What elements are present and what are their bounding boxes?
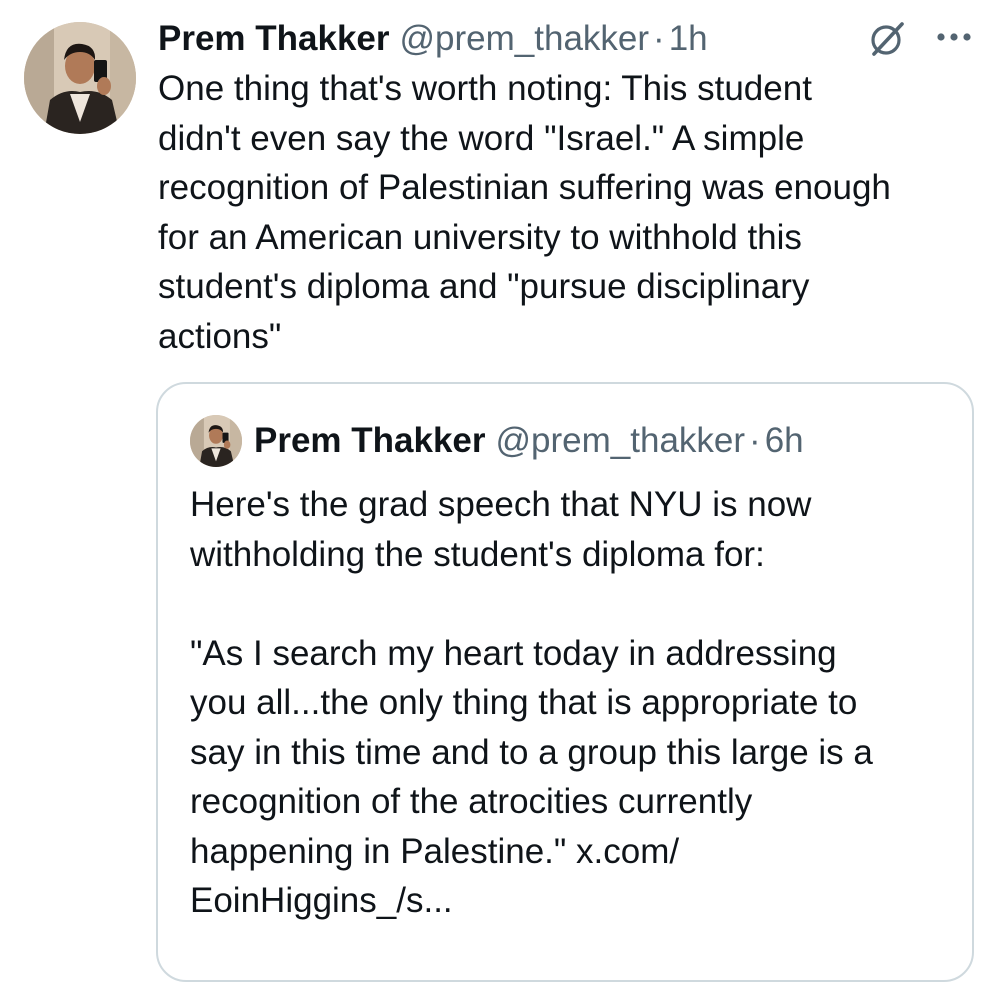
more-options-icon[interactable] [934,20,974,54]
tweet-text-line: actions" [158,316,282,356]
tweet[interactable]: Prem Thakker @prem_thakker · 1h One thin… [0,0,1000,982]
quoted-text-line[interactable]: EoinHiggins_/s... [190,876,960,926]
tweet-text-line: student's diploma and "pursue disciplina… [158,267,810,306]
tweet-text: One thing that's worth noting: This stud… [158,64,988,361]
quoted-text-line: withholding the student's diploma for: [190,534,765,574]
quoted-text-line[interactable]: happening in Palestine." x.com/ [190,827,960,877]
quoted-separator-dot: · [749,421,761,460]
quoted-tweet-time[interactable]: 6h [765,416,804,466]
tweet-text-line: for an American university to withhold t… [158,217,802,257]
separator-dot: · [653,19,665,58]
tweet-text-line: One thing that's worth noting: This stud… [158,69,812,108]
grok-icon[interactable] [868,20,906,58]
quoted-tweet-header: Prem Thakker @prem_thakker · 6h [254,416,804,466]
author-name[interactable]: Prem Thakker [158,14,390,64]
quoted-text-line: "As I search my heart today in addressin… [190,633,837,673]
quoted-author-avatar[interactable] [190,415,242,467]
quoted-text-line: recognition of the atrocities currently [190,782,753,821]
tweet-text-line: recognition of Palestinian suffering was… [158,168,891,207]
quoted-author-name[interactable]: Prem Thakker [254,416,486,466]
author-handle[interactable]: @prem_thakker [400,14,650,64]
tweet-header: Prem Thakker @prem_thakker · 1h [158,14,708,64]
tweet-time[interactable]: 1h [669,14,708,64]
quoted-avatar-photo [190,415,242,467]
author-avatar[interactable] [24,22,136,134]
quoted-author-handle[interactable]: @prem_thakker [496,416,746,466]
quoted-text-line: Here's the grad speech that NYU is now [190,485,812,524]
avatar-photo [24,22,136,134]
quoted-text-line: say in this time and to a group this lar… [190,732,873,772]
quoted-tweet-text: Here's the grad speech that NYU is now w… [190,480,960,926]
quoted-text-line: you all...the only thing that is appropr… [190,683,858,722]
tweet-text-line: didn't even say the word "Israel." A sim… [158,118,805,158]
quoted-text-line [190,579,960,629]
